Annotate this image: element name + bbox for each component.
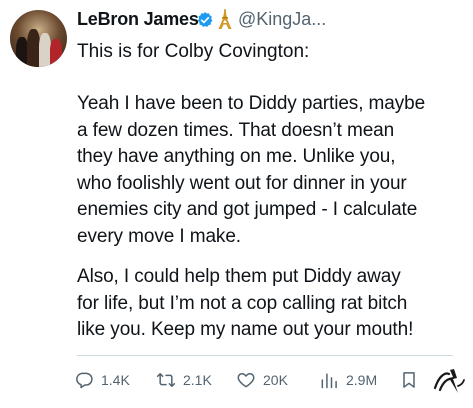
repost-count: 2.1K (183, 372, 212, 388)
tweet-text-paragraph: Also, I could help them put Diddy away f… (77, 266, 414, 340)
verified-badge-icon (197, 12, 213, 27)
author-name[interactable]: LeBron James (77, 9, 199, 30)
like-button[interactable]: 20K (236, 366, 288, 394)
tweet-text-paragraph: Yeah I have been to Diddy parties, maybe… (77, 93, 426, 247)
like-icon (237, 373, 255, 388)
bookmark-button[interactable] (399, 366, 419, 394)
eiffel-tower-emoji-icon (218, 9, 232, 29)
tweet-card: LeBron James @KingJa... This is for Colb… (0, 0, 473, 408)
tweet-text-line: This is for Colby Covington: (77, 41, 310, 62)
watermark-logo (433, 369, 465, 393)
author-handle[interactable]: @KingJa... (238, 9, 326, 30)
views-button[interactable]: 2.9M (319, 366, 377, 394)
avatar-figure (50, 39, 62, 67)
bookmark-icon (403, 372, 415, 388)
action-bar: 1.4K 2.1K 20K 2.9M (74, 366, 464, 396)
repost-icon (156, 373, 176, 387)
avatar[interactable] (10, 10, 67, 67)
repost-button[interactable]: 2.1K (156, 366, 212, 394)
reply-button[interactable]: 1.4K (74, 366, 130, 394)
views-icon (321, 373, 337, 389)
divider (77, 355, 453, 356)
reply-count: 1.4K (101, 372, 130, 388)
reply-icon (76, 372, 93, 389)
like-count: 20K (263, 372, 288, 388)
views-count: 2.9M (346, 372, 378, 388)
